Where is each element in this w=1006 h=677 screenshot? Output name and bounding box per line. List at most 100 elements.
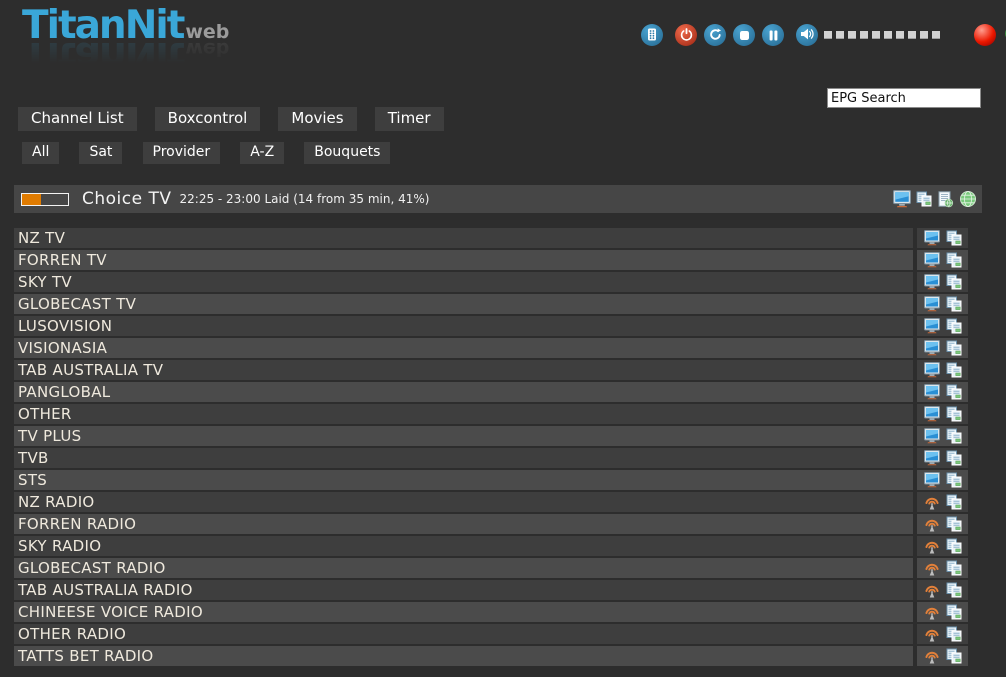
channel-name[interactable]: OTHER RADIO xyxy=(14,624,913,644)
epg-list-icon[interactable] xyxy=(946,252,962,268)
current-event-info: 22:25 - 23:00 Laid (14 from 35 min, 41%) xyxy=(180,192,430,206)
pause-button[interactable] xyxy=(762,24,784,46)
channel-row: SKY RADIO xyxy=(14,536,968,556)
channel-name[interactable]: TAB AUSTRALIA TV xyxy=(14,360,913,380)
epg-list-icon[interactable] xyxy=(946,274,962,290)
epg-list-icon[interactable] xyxy=(946,560,962,576)
channel-name[interactable]: OTHER xyxy=(14,404,913,424)
epg-list-icon[interactable] xyxy=(946,516,962,532)
reboot-button[interactable] xyxy=(704,24,726,46)
monitor-icon[interactable] xyxy=(893,190,911,208)
radio-icon[interactable] xyxy=(924,516,940,532)
channel-name[interactable]: SKY RADIO xyxy=(14,536,913,556)
channel-name[interactable]: STS xyxy=(14,470,913,490)
radio-icon[interactable] xyxy=(924,604,940,620)
progress-fill xyxy=(22,194,41,205)
channel-name[interactable]: PANGLOBAL xyxy=(14,382,913,402)
channel-row: OTHER RADIO xyxy=(14,624,968,644)
tv-icon[interactable] xyxy=(924,340,940,356)
channel-name[interactable]: FORREN RADIO xyxy=(14,514,913,534)
radio-icon[interactable] xyxy=(924,538,940,554)
channel-name[interactable]: GLOBECAST RADIO xyxy=(14,558,913,578)
power-button[interactable] xyxy=(675,24,697,46)
channel-name[interactable]: VISIONASIA xyxy=(14,338,913,358)
channel-row-actions xyxy=(917,602,968,622)
epg-list-icon[interactable] xyxy=(946,472,962,488)
epg-list-icon[interactable] xyxy=(946,582,962,598)
epg-list-icon[interactable] xyxy=(946,604,962,620)
stop-button[interactable] xyxy=(733,24,755,46)
tv-icon[interactable] xyxy=(924,362,940,378)
radio-icon[interactable] xyxy=(924,560,940,576)
radio-icon[interactable] xyxy=(924,494,940,510)
volume-level-square[interactable] xyxy=(884,31,892,39)
tv-icon[interactable] xyxy=(924,428,940,444)
channel-name[interactable]: TV PLUS xyxy=(14,426,913,446)
channel-name[interactable]: FORREN TV xyxy=(14,250,913,270)
channel-name[interactable]: CHINEESE VOICE RADIO xyxy=(14,602,913,622)
tv-icon[interactable] xyxy=(924,472,940,488)
tv-icon[interactable] xyxy=(924,230,940,246)
epg-list-icon[interactable] xyxy=(946,450,962,466)
filter-all[interactable]: All xyxy=(22,142,59,164)
epg-list-icon[interactable] xyxy=(946,362,962,378)
filter-provider[interactable]: Provider xyxy=(143,142,221,164)
epg-search-input[interactable] xyxy=(827,88,981,108)
filter-bouquets[interactable]: Bouquets xyxy=(304,142,390,164)
epg-list-icon[interactable] xyxy=(946,296,962,312)
tv-icon[interactable] xyxy=(924,318,940,334)
channel-name[interactable]: TAB AUSTRALIA RADIO xyxy=(14,580,913,600)
volume-mute-button[interactable] xyxy=(796,24,818,46)
channel-name[interactable]: SKY TV xyxy=(14,272,913,292)
remote-control-button[interactable] xyxy=(641,24,663,46)
epg-list-icon[interactable] xyxy=(946,494,962,510)
radio-icon[interactable] xyxy=(924,648,940,664)
tv-icon[interactable] xyxy=(924,406,940,422)
tv-icon[interactable] xyxy=(924,384,940,400)
channel-name[interactable]: GLOBECAST TV xyxy=(14,294,913,314)
channel-name[interactable]: TATTS BET RADIO xyxy=(14,646,913,666)
tv-icon[interactable] xyxy=(924,274,940,290)
volume-level-square[interactable] xyxy=(860,31,868,39)
volume-level-square[interactable] xyxy=(872,31,880,39)
epg-list-icon[interactable] xyxy=(946,384,962,400)
epg-list-icon[interactable] xyxy=(946,340,962,356)
channel-row: TAB AUSTRALIA TV xyxy=(14,360,968,380)
epg-list-icon[interactable] xyxy=(946,318,962,334)
epg-list-icon[interactable] xyxy=(946,230,962,246)
volume-level-square[interactable] xyxy=(836,31,844,39)
page-globe-icon[interactable] xyxy=(937,191,954,208)
logo-reflection: TitanNitweb xyxy=(22,36,229,75)
channel-name[interactable]: NZ RADIO xyxy=(14,492,913,512)
epg-list-icon[interactable] xyxy=(946,428,962,444)
channel-name[interactable]: NZ TV xyxy=(14,228,913,248)
nav-channel-list[interactable]: Channel List xyxy=(18,107,137,131)
filter-sat[interactable]: Sat xyxy=(79,142,122,164)
volume-level-square[interactable] xyxy=(920,31,928,39)
volume-level-square[interactable] xyxy=(932,31,940,39)
tv-icon[interactable] xyxy=(924,252,940,268)
radio-icon[interactable] xyxy=(924,626,940,642)
channel-name[interactable]: TVB xyxy=(14,448,913,468)
radio-icon[interactable] xyxy=(924,582,940,598)
filter-az[interactable]: A-Z xyxy=(240,142,284,164)
volume-level-square[interactable] xyxy=(896,31,904,39)
tv-icon[interactable] xyxy=(924,450,940,466)
nav-boxcontrol[interactable]: Boxcontrol xyxy=(155,107,261,131)
epg-list-icon[interactable] xyxy=(946,538,962,554)
epg-list-icon[interactable] xyxy=(946,648,962,664)
volume-level-square[interactable] xyxy=(908,31,916,39)
nav-movies[interactable]: Movies xyxy=(278,107,356,131)
epg-list-icon[interactable] xyxy=(946,626,962,642)
nav-timer[interactable]: Timer xyxy=(375,107,444,131)
tv-icon[interactable] xyxy=(924,296,940,312)
channel-name[interactable]: LUSOVISION xyxy=(14,316,913,336)
volume-level-square[interactable] xyxy=(824,31,832,39)
channel-list: NZ TVFORREN TVSKY TVGLOBECAST TVLUSOVISI… xyxy=(14,228,968,668)
record-indicator[interactable] xyxy=(974,24,996,46)
channel-row: NZ TV xyxy=(14,228,968,248)
epg-list-icon[interactable] xyxy=(916,191,932,207)
volume-level-square[interactable] xyxy=(848,31,856,39)
globe-icon[interactable] xyxy=(959,190,977,208)
epg-list-icon[interactable] xyxy=(946,406,962,422)
